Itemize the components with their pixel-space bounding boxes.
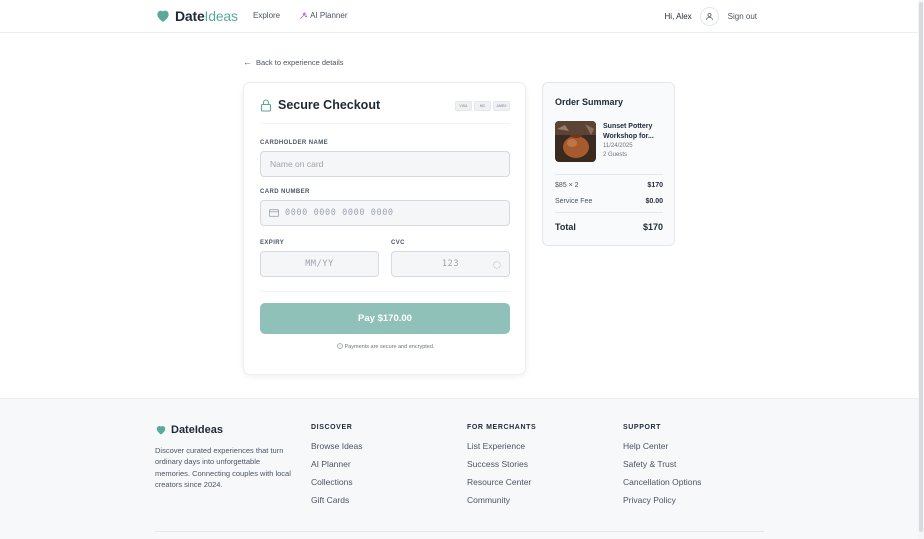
total-row: Total $170 (555, 222, 663, 232)
credit-card-icon (269, 209, 279, 217)
card-number-field-wrap (260, 200, 510, 226)
experience-date: 11/24/2025 (603, 143, 633, 149)
order-summary: Order Summary Sunset Pottery Workshop fo… (542, 82, 675, 246)
line-item-value: $170 (647, 182, 663, 189)
fee-label: Service Fee (555, 198, 593, 205)
footer-link-collections[interactable]: Collections (311, 477, 363, 495)
experience-thumbnail (555, 121, 596, 162)
page-scrollbar[interactable] (918, 0, 924, 539)
user-greeting: Hi, Alex (664, 12, 692, 21)
footer-brand: DateIdeas (171, 424, 223, 436)
amex-badge: AMEX (493, 101, 510, 111)
help-circle-icon[interactable] (493, 261, 501, 269)
footer-link-ai-planner[interactable]: AI Planner (311, 459, 363, 477)
footer-link-privacy[interactable]: Privacy Policy (623, 495, 701, 513)
back-link[interactable]: ← Back to experience details (243, 57, 344, 67)
accepted-cards: VISA MC AMEX (453, 101, 510, 111)
footer-column-discover: DISCOVER Browse Ideas AI Planner Collect… (311, 424, 363, 513)
line-item-label: $85 × 2 (555, 182, 579, 189)
secure-note: Payments are secure and encrypted. (244, 343, 527, 350)
sparkle-icon (300, 12, 308, 19)
lock-icon (260, 99, 272, 112)
footer-link-cancellation[interactable]: Cancellation Options (623, 477, 701, 495)
logo[interactable]: DateIdeas (155, 8, 238, 24)
footer-link-list-experience[interactable]: List Experience (467, 441, 536, 459)
pottery-image (555, 121, 596, 162)
user-menu: Hi, Alex Sign out (665, 7, 757, 26)
order-summary-title: Order Summary (555, 97, 624, 107)
arrow-left-icon: ← (243, 57, 252, 67)
footer-divider (155, 531, 764, 532)
secure-note-text: Payments are secure and encrypted. (344, 344, 435, 350)
logo-text: DateIdeas (175, 8, 238, 24)
footer-column-support: SUPPORT Help Center Safety & Trust Cance… (623, 424, 701, 513)
total-value: $170 (642, 222, 663, 232)
footer-link-resource-center[interactable]: Resource Center (467, 477, 536, 495)
cvc-label: CVC (391, 240, 405, 246)
footer-link-gift-cards[interactable]: Gift Cards (311, 495, 363, 513)
footer-column-merchants: FOR MERCHANTS List Experience Success St… (467, 424, 536, 513)
footer-heading: DISCOVER (311, 424, 353, 431)
experience-name: Sunset Pottery Workshop for... (603, 123, 654, 140)
footer-heading: SUPPORT (623, 424, 662, 431)
line-item-row: $85 × 2 $170 (555, 182, 663, 189)
footer-link-safety-trust[interactable]: Safety & Trust (623, 459, 701, 477)
service-fee-row: Service Fee $0.00 (555, 198, 663, 205)
checkout-header: Secure Checkout VISA MC AMEX (260, 98, 510, 124)
total-label: Total (555, 222, 576, 232)
expiry-input[interactable] (261, 252, 378, 276)
footer-heading: FOR MERCHANTS (467, 424, 537, 431)
nav-ai-planner[interactable]: AI Planner (299, 11, 347, 20)
footer-link-help-center[interactable]: Help Center (623, 441, 701, 459)
pay-button[interactable]: Pay $170.00 (260, 303, 510, 334)
back-link-label: Back to experience details (256, 57, 344, 67)
divider (555, 212, 663, 213)
sign-out-link[interactable]: Sign out (728, 12, 757, 21)
divider (555, 174, 663, 175)
checkout-card: Secure Checkout VISA MC AMEX CARDHOLDER … (243, 82, 526, 375)
footer-link-success-stories[interactable]: Success Stories (467, 459, 536, 477)
avatar-button[interactable] (699, 7, 719, 26)
top-nav: DateIdeas Explore AI Planner Hi, Alex Si… (0, 0, 918, 33)
heart-logo-icon (157, 10, 169, 22)
heart-logo-icon (156, 426, 166, 435)
site-footer: DateIdeas Discover curated experiences t… (0, 398, 918, 539)
experience-guests: 2 Guests (603, 152, 628, 158)
divider (260, 291, 510, 292)
footer-logo[interactable]: DateIdeas (155, 424, 223, 436)
cvc-input[interactable] (392, 252, 509, 276)
scrollbar-thumb[interactable] (919, 2, 923, 532)
expiry-label: EXPIRY (260, 240, 285, 246)
footer-link-community[interactable]: Community (467, 495, 536, 513)
footer-description: Discover curated experiences that turn o… (155, 446, 291, 489)
nav-explore[interactable]: Explore (253, 11, 280, 20)
fee-value: $0.00 (645, 198, 663, 205)
cvc-field-wrap (391, 251, 510, 277)
cardholder-label: CARDHOLDER NAME (260, 140, 328, 146)
main-nav: Explore AI Planner (253, 11, 347, 20)
expiry-field-wrap (260, 251, 379, 277)
card-number-input[interactable] (261, 201, 509, 225)
mastercard-badge: MC (474, 101, 491, 111)
footer-link-browse-ideas[interactable]: Browse Ideas (311, 441, 363, 459)
cardholder-input[interactable] (261, 152, 509, 176)
shield-icon (336, 343, 343, 349)
card-number-label: CARD NUMBER (260, 189, 310, 195)
visa-badge: VISA (455, 101, 472, 111)
user-icon (705, 13, 713, 20)
checkout-title: Secure Checkout (278, 98, 381, 112)
cardholder-field-wrap (260, 151, 510, 177)
